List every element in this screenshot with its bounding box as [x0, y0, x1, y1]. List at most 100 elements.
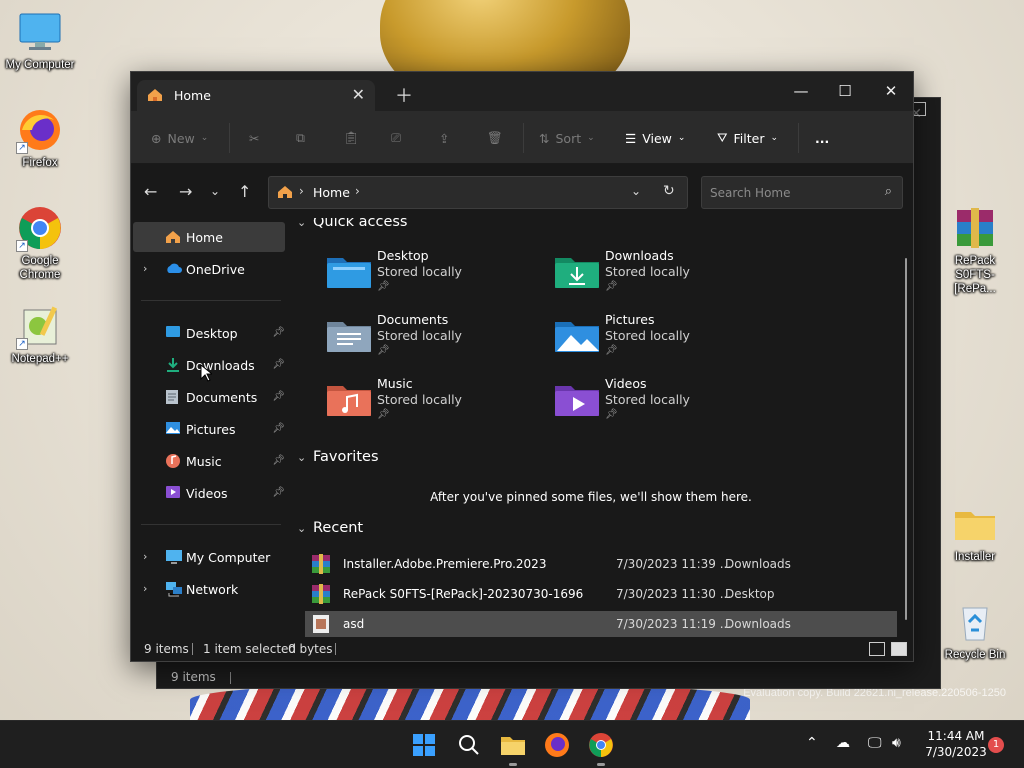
network-icon[interactable]: 🖵︎: [868, 735, 882, 751]
pin-icon: 📌︎: [272, 487, 285, 498]
table-row[interactable]: RePack S0FTS-[RePack]-20230730-1696 7/30…: [305, 581, 897, 607]
refresh-icon[interactable]: ↻: [663, 183, 675, 199]
desktop-icon-notepad-plus-plus[interactable]: ↗ Notepad++: [0, 302, 80, 366]
chevron-down-icon: ⌄: [297, 451, 307, 464]
breadcrumb-home[interactable]: Home: [313, 185, 350, 200]
sidebar-item-home[interactable]: Home: [133, 222, 285, 252]
notification-badge[interactable]: 1: [988, 737, 1004, 753]
forward-arrow-icon[interactable]: →: [179, 182, 192, 201]
status-separator: [335, 643, 336, 655]
desktop-icon-my-computer[interactable]: My Computer: [0, 8, 80, 72]
maximize-button[interactable]: ☐: [822, 78, 868, 106]
sidebar-item-network[interactable]: › Network: [133, 574, 285, 604]
status-separator: [192, 643, 193, 655]
sidebar-item-my-computer[interactable]: › My Computer: [133, 542, 285, 572]
sidebar-item-desktop[interactable]: Desktop 📌︎: [133, 318, 285, 348]
vertical-scrollbar[interactable]: [905, 258, 907, 620]
pin-icon: 📌︎: [605, 345, 618, 356]
desktop-icon-recycle-bin[interactable]: Recycle Bin: [935, 598, 1015, 662]
quick-access-desktop[interactable]: Desktop Stored locally 📌︎: [327, 248, 547, 304]
search-input[interactable]: [702, 177, 872, 208]
show-hidden-icons-chevron-icon[interactable]: ⌃: [806, 735, 818, 751]
shortcut-arrow-icon: ↗: [16, 142, 28, 154]
quick-access-music[interactable]: Music Stored locally 📌︎: [327, 376, 547, 432]
firefox-icon: [545, 733, 569, 757]
chevron-down-icon: ⌄: [770, 133, 779, 143]
minimize-button[interactable]: —: [778, 78, 824, 106]
up-arrow-icon[interactable]: ↑: [238, 182, 251, 201]
pin-icon: 📌︎: [272, 391, 285, 402]
desktop-icon-google-chrome[interactable]: ↗ Google Chrome: [0, 204, 80, 282]
chevron-right-icon[interactable]: ›: [143, 582, 147, 595]
search-box[interactable]: ⌕: [701, 176, 903, 209]
close-tab-icon[interactable]: ✕: [352, 85, 365, 104]
monitor-icon: [165, 549, 183, 565]
recent-header[interactable]: ⌄ Recent: [297, 520, 363, 536]
copy-button[interactable]: ⧉: [296, 124, 305, 152]
search-icon[interactable]: ⌕: [885, 184, 892, 199]
sidebar-item-videos[interactable]: Videos 📌︎: [133, 478, 285, 508]
chevron-right-icon[interactable]: ›: [143, 262, 147, 275]
address-bar[interactable]: › Home › ⌄ ↻: [268, 176, 688, 209]
view-button[interactable]: ☰ View ⌄: [625, 124, 685, 152]
file-explorer-window[interactable]: Home ✕ ＋ — ☐ ✕ ⊕ New ⌄ ✂ ⧉ 📋︎ ⎚ ⇪ 🗑︎ ⇅ S…: [130, 71, 914, 662]
table-row[interactable]: asd 7/30/2023 11:19 ... Downloads: [305, 611, 897, 637]
table-row[interactable]: Installer.Adobe.Premiere.Pro.2023 7/30/2…: [305, 551, 897, 577]
desktop-icon-repack[interactable]: RePack S0FTS-[RePa...: [935, 204, 1015, 296]
desktop-icon-firefox[interactable]: ↗ Firefox: [0, 106, 80, 170]
new-button[interactable]: ⊕ New ⌄: [151, 124, 208, 152]
file-name: Installer.Adobe.Premiere.Pro.2023: [343, 557, 547, 571]
quick-access-videos[interactable]: Videos Stored locally 📌︎: [555, 376, 775, 432]
cloud-icon: [165, 261, 183, 277]
delete-button[interactable]: 🗑︎: [487, 124, 503, 152]
sidebar-item-music[interactable]: Music 📌︎: [133, 446, 285, 476]
favorites-header[interactable]: ⌄ Favorites: [297, 449, 379, 465]
new-tab-button[interactable]: ＋: [395, 82, 413, 108]
tab-home[interactable]: Home ✕: [137, 80, 375, 111]
sidebar-item-documents[interactable]: Documents 📌︎: [133, 382, 285, 412]
start-button[interactable]: [410, 731, 438, 759]
taskbar-search-button[interactable]: [455, 731, 483, 759]
sidebar-item-label: Music: [186, 454, 222, 469]
chevron-right-icon[interactable]: ›: [143, 550, 147, 563]
pin-icon: 📌︎: [272, 455, 285, 466]
cut-button[interactable]: ✂: [249, 124, 259, 152]
quick-access-header[interactable]: ⌄ Quick access: [297, 218, 407, 230]
breadcrumb-separator-icon: ›: [299, 184, 304, 198]
rename-button[interactable]: ⎚: [391, 124, 401, 152]
section-title: Favorites: [313, 449, 379, 465]
address-dropdown-chevron-icon[interactable]: ⌄: [631, 184, 641, 198]
more-options-button[interactable]: ...: [815, 124, 829, 152]
taskbar-file-explorer[interactable]: [499, 731, 527, 766]
sidebar-item-label: Downloads: [186, 358, 255, 373]
toolbar-separator: [523, 123, 524, 153]
taskbar-firefox[interactable]: [543, 731, 571, 759]
close-window-button[interactable]: ✕: [868, 78, 914, 106]
clock[interactable]: 11:44 AM 7/30/2023: [916, 728, 996, 760]
recent-locations-chevron-icon[interactable]: ⌄: [210, 184, 220, 198]
tiles-view-icon[interactable]: [891, 642, 907, 656]
status-selection: 1 item selected: [203, 642, 297, 656]
taskbar-chrome[interactable]: [587, 731, 615, 766]
sidebar-separator: [141, 300, 281, 301]
details-view-icon[interactable]: [869, 642, 885, 656]
back-arrow-icon[interactable]: ←: [144, 182, 157, 201]
sidebar-item-pictures[interactable]: Pictures 📌︎: [133, 414, 285, 444]
quick-access-pictures[interactable]: Pictures Stored locally 📌︎: [555, 312, 775, 368]
filter-button[interactable]: ⛛ Filter ⌄: [717, 124, 778, 152]
sidebar-item-onedrive[interactable]: › OneDrive: [133, 254, 285, 284]
quick-access-downloads[interactable]: Downloads Stored locally 📌︎: [555, 248, 775, 304]
videos-folder-icon: [165, 485, 183, 501]
sort-button[interactable]: ⇅ Sort ⌄: [539, 124, 595, 152]
quick-access-documents[interactable]: Documents Stored locally 📌︎: [327, 312, 547, 368]
volume-icon[interactable]: 🔊︎: [892, 735, 901, 751]
status-items-count: 9 items: [144, 642, 189, 656]
share-button[interactable]: ⇪: [439, 124, 449, 152]
music-folder-icon: [327, 386, 371, 416]
onedrive-offline-icon[interactable]: ☁: [836, 735, 850, 751]
desktop-icon-installer[interactable]: Installer: [935, 500, 1015, 564]
sidebar-item-label: Home: [186, 230, 223, 245]
desktop-icon-label: Recycle Bin: [944, 649, 1006, 661]
paste-button[interactable]: 📋︎: [343, 124, 359, 152]
pin-icon: 📌︎: [605, 281, 618, 292]
